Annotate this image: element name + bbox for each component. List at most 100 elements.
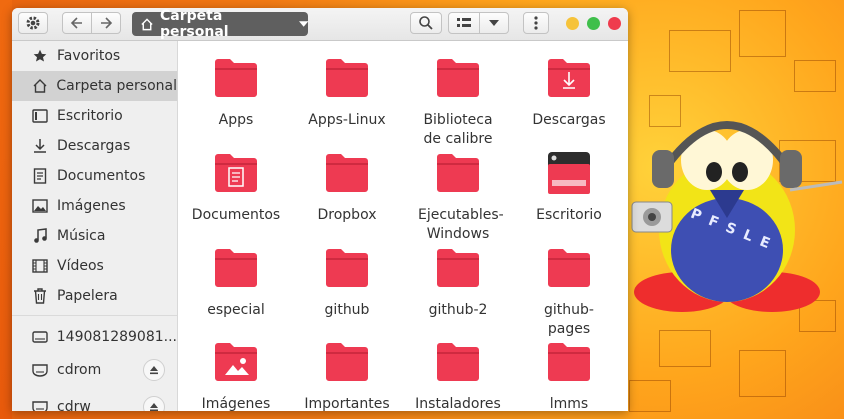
file-manager-window: Carpeta personal Favoritos Carpeta perso… xyxy=(12,8,628,411)
home-icon xyxy=(141,17,153,30)
search-icon xyxy=(419,16,433,30)
main-menu-button[interactable] xyxy=(523,12,549,34)
file-name: Documentos xyxy=(191,207,281,223)
folder-icon xyxy=(437,249,479,287)
sidebar-item-escritorio[interactable]: Escritorio xyxy=(12,101,177,131)
sidebar-item-label: Favoritos xyxy=(57,48,121,64)
file-name: Ejecutables-Windows xyxy=(418,207,504,242)
sidebar-item-cdrom[interactable]: cdrom xyxy=(12,355,177,385)
file-item[interactable]: Importantes xyxy=(292,339,402,411)
film-icon xyxy=(31,257,49,275)
sidebar-item-label: Vídeos xyxy=(57,258,104,274)
kebab-menu-icon xyxy=(534,16,538,30)
home-icon xyxy=(31,77,48,95)
file-item[interactable]: Escritorio xyxy=(514,150,624,225)
file-name: github-2 xyxy=(428,302,488,318)
sidebar-item-label: Documentos xyxy=(57,168,146,184)
file-item[interactable]: Ejecutables-Windows xyxy=(403,150,513,244)
file-item[interactable]: Descargas xyxy=(514,55,624,130)
file-item[interactable]: Imágenes xyxy=(181,339,291,411)
view-mode-button[interactable] xyxy=(448,12,480,34)
maximize-button[interactable] xyxy=(587,17,600,30)
eject-button[interactable] xyxy=(143,396,165,411)
sidebar-item-drive[interactable]: 149081289081... xyxy=(12,322,177,352)
sidebar-separator xyxy=(12,315,177,316)
wallpaper-left-edge xyxy=(0,0,12,419)
document-folder-icon xyxy=(215,154,257,192)
sidebar-item-favoritos[interactable]: Favoritos xyxy=(12,41,177,71)
sidebar-item-cdrw[interactable]: cdrw xyxy=(12,392,177,411)
folder-icon xyxy=(548,343,590,381)
image-icon xyxy=(31,197,49,215)
file-item[interactable]: Documentos xyxy=(181,150,291,225)
back-button[interactable] xyxy=(62,12,92,34)
sidebar-item-carpeta-personal[interactable]: Carpeta personal xyxy=(12,71,177,101)
file-item[interactable]: Apps-Linux xyxy=(292,55,402,130)
sidebar-item-imagenes[interactable]: Imágenes xyxy=(12,191,177,221)
file-grid: Apps Apps-Linux Biblioteca de calibre De… xyxy=(178,41,628,411)
view-columns-icon xyxy=(457,18,471,27)
folder-icon xyxy=(326,343,368,381)
file-item[interactable]: github-2 xyxy=(403,245,513,320)
header-bar: Carpeta personal xyxy=(12,8,628,41)
eject-button[interactable] xyxy=(143,359,165,381)
gear-icon xyxy=(26,16,40,30)
document-icon xyxy=(31,167,49,185)
desktop-icon xyxy=(31,107,49,125)
close-button[interactable] xyxy=(608,17,621,30)
path-bar-button[interactable]: Carpeta personal xyxy=(132,8,308,40)
sidebar-item-label: cdrw xyxy=(57,399,91,411)
file-item[interactable]: github xyxy=(292,245,402,320)
chevron-down-icon xyxy=(298,21,308,27)
file-name: Dropbox xyxy=(317,207,377,223)
file-item[interactable]: Apps xyxy=(181,55,291,130)
file-item[interactable]: Instaladores Linux xyxy=(403,339,513,411)
desktop-folder-icon xyxy=(548,152,590,194)
folder-icon xyxy=(437,59,479,97)
eject-icon xyxy=(150,366,158,375)
penguin-mascot xyxy=(631,121,843,312)
download-icon xyxy=(31,137,49,155)
sidebar-item-label: Carpeta personal xyxy=(56,78,177,94)
music-icon xyxy=(31,227,49,245)
sidebar-item-documentos[interactable]: Documentos xyxy=(12,161,177,191)
settings-button[interactable] xyxy=(18,12,48,34)
sidebar-item-label: 149081289081... xyxy=(56,329,177,345)
view-options-button[interactable] xyxy=(479,12,509,34)
file-name: lmms xyxy=(549,396,589,411)
forward-button[interactable] xyxy=(91,12,121,34)
sidebar-item-videos[interactable]: Vídeos xyxy=(12,251,177,281)
file-name: Imágenes xyxy=(201,396,271,411)
sidebar-item-label: Escritorio xyxy=(57,108,123,124)
file-item[interactable]: github-pages xyxy=(514,245,624,339)
file-name: Escritorio xyxy=(536,207,602,223)
file-name: Apps xyxy=(218,112,254,128)
chevron-down-icon xyxy=(489,20,499,26)
star-icon xyxy=(31,47,49,65)
file-name: github-pages xyxy=(544,302,594,337)
drive-icon xyxy=(31,328,49,346)
folder-icon xyxy=(548,249,590,287)
optical-drive-icon xyxy=(31,398,49,411)
file-item[interactable]: lmms xyxy=(514,339,624,411)
sidebar-item-label: cdrom xyxy=(57,362,102,378)
folder-icon xyxy=(326,249,368,287)
file-item[interactable]: especial xyxy=(181,245,291,320)
sidebar-item-descargas[interactable]: Descargas xyxy=(12,131,177,161)
search-button[interactable] xyxy=(410,12,442,34)
sidebar-item-label: Papelera xyxy=(57,288,118,304)
sidebar-item-papelera[interactable]: Papelera xyxy=(12,281,177,311)
file-item[interactable]: Biblioteca de calibre xyxy=(403,55,513,149)
arrow-right-icon xyxy=(101,17,113,29)
trash-icon xyxy=(31,287,49,305)
file-name: Biblioteca de calibre xyxy=(423,112,493,147)
folder-icon xyxy=(326,59,368,97)
download-folder-icon xyxy=(548,59,590,97)
minimize-button[interactable] xyxy=(566,17,579,30)
file-name: Apps-Linux xyxy=(308,112,386,128)
sidebar-item-musica[interactable]: Música xyxy=(12,221,177,251)
file-name: Descargas xyxy=(532,112,606,128)
file-item[interactable]: Dropbox xyxy=(292,150,402,225)
sidebar: Favoritos Carpeta personal Escritorio De… xyxy=(12,41,178,411)
sidebar-item-label: Descargas xyxy=(57,138,131,154)
